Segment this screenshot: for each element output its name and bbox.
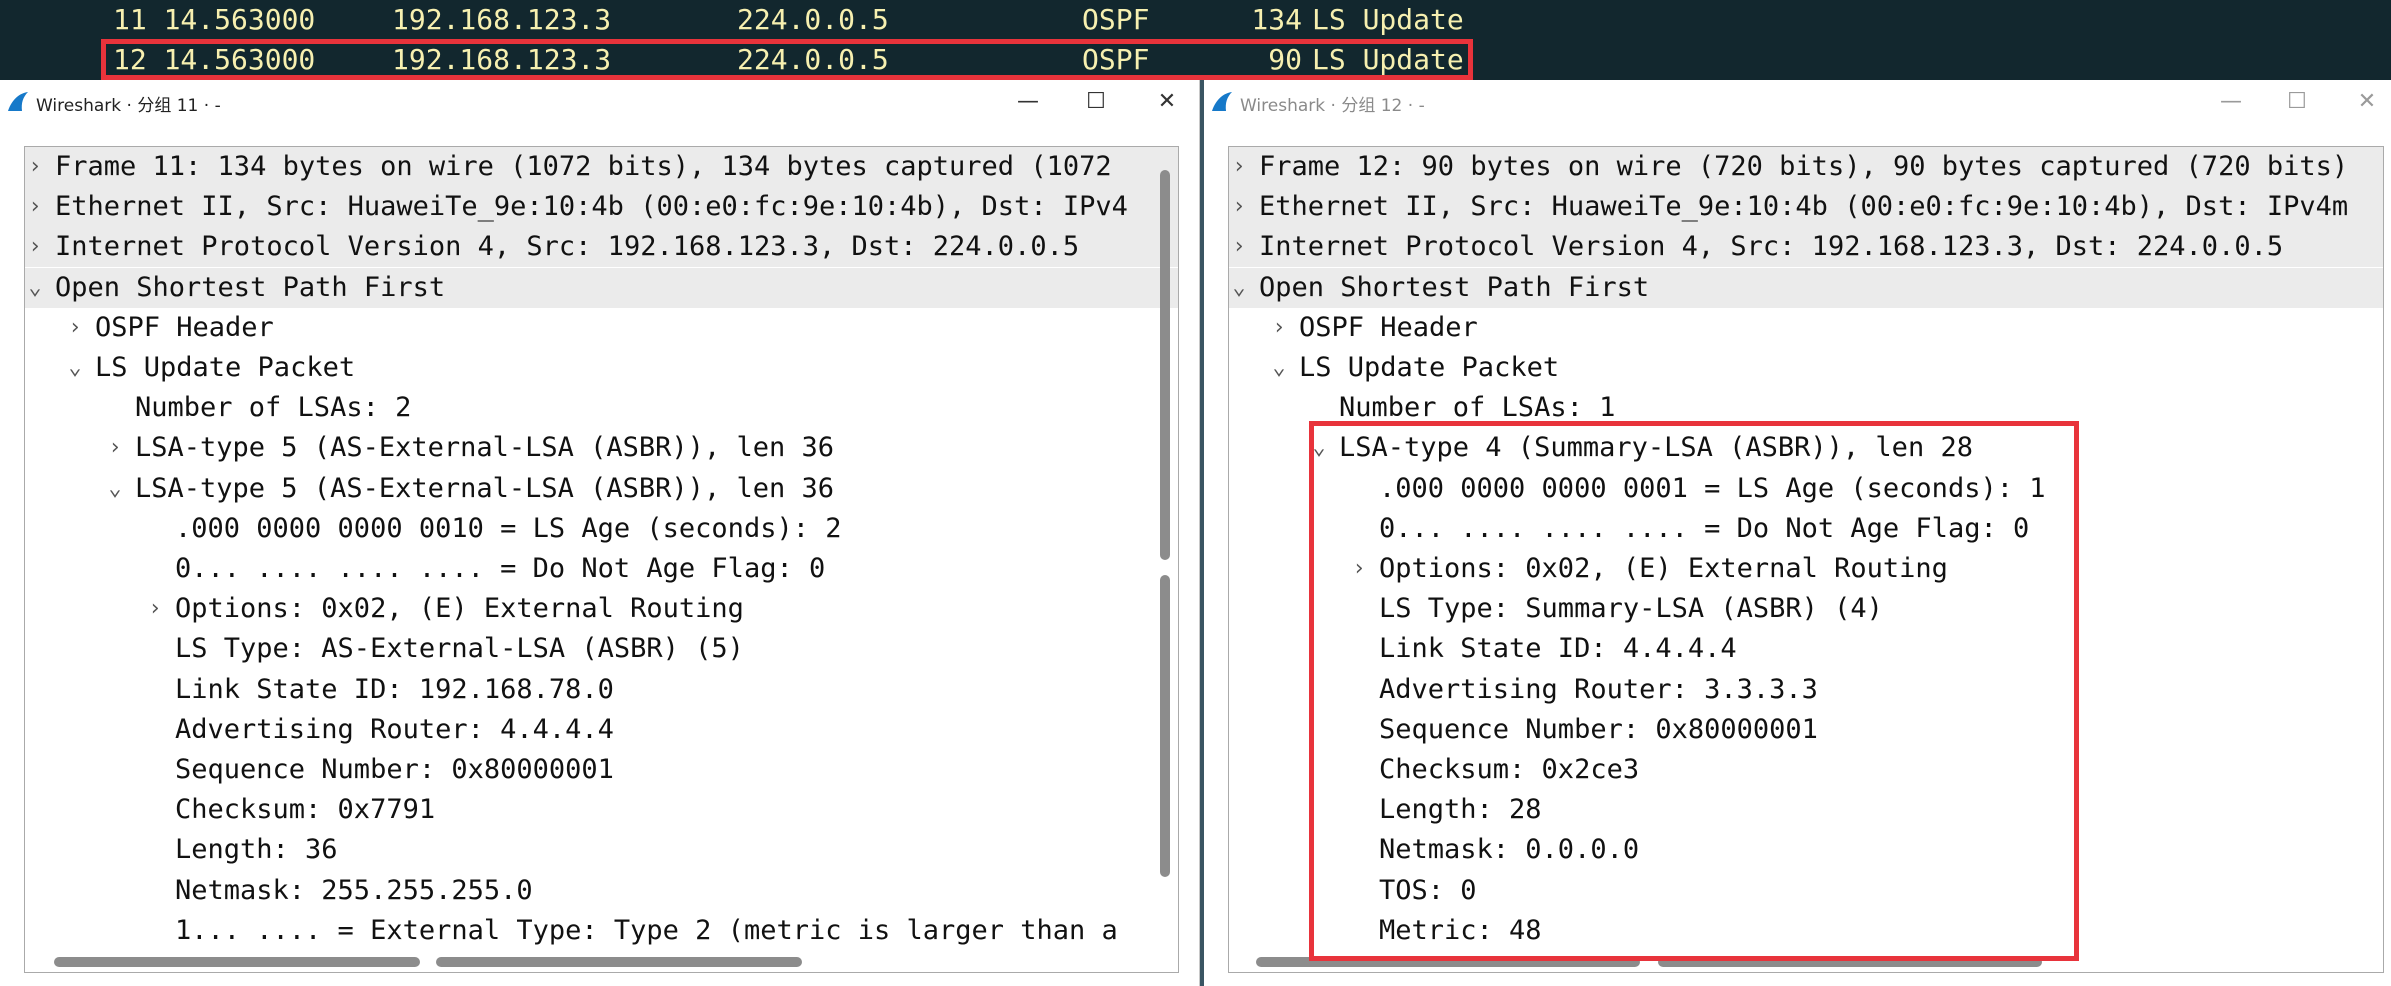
tree-row[interactable]: Sequence Number: 0x80000001 xyxy=(25,750,1178,790)
vertical-scrollbar-thumb[interactable] xyxy=(1160,575,1170,877)
packet-info: LS Update xyxy=(1312,3,1464,36)
tree-row[interactable]: Number of LSAs: 2 xyxy=(25,388,1178,428)
tree-row[interactable]: › Frame 11: 134 bytes on wire (1072 bits)… xyxy=(25,147,1178,187)
tree-row-label: Frame 11: 134 bytes on wire (1072 bits),… xyxy=(55,151,1112,182)
chevron-down-icon[interactable]: ⌄ xyxy=(1269,348,1289,388)
tree-row[interactable]: › Internet Protocol Version 4, Src: 192.1… xyxy=(1229,227,2383,268)
tree-row-label: Advertising Router: 4.4.4.4 xyxy=(175,713,614,745)
window-title: Wireshark · 分组 11 · - xyxy=(36,96,221,116)
chevron-right-icon[interactable]: › xyxy=(105,428,125,468)
vertical-scrollbar-thumb[interactable] xyxy=(1160,170,1170,560)
packet-source: 192.168.123.3 xyxy=(392,3,612,36)
minimize-button[interactable]: — xyxy=(1005,84,1051,120)
packet-window-12: Wireshark · 分组 12 · - — ☐ ✕ › Frame 12: 9… xyxy=(1200,80,2391,986)
close-button[interactable]: ✕ xyxy=(2344,84,2390,120)
chevron-down-icon[interactable]: ⌄ xyxy=(25,268,45,308)
tree-row-label: Options: 0x02, (E) External Routing xyxy=(175,593,744,625)
tree-row-label: Open Shortest Path First xyxy=(1259,271,1650,303)
tree-row-label: 1... .... = External Type: Type 2 (metri… xyxy=(175,914,1118,946)
tree-row-label: LSA-type 5 (AS-External-LSA (ASBR)), len… xyxy=(135,472,834,504)
chevron-right-icon[interactable]: › xyxy=(25,187,45,227)
packet-window-11: Wireshark · 分组 11 · - — ☐ ✕ › Frame 11: 1… xyxy=(0,80,1200,986)
chevron-right-icon[interactable]: › xyxy=(1229,187,1249,227)
tree-row[interactable]: › LSA-type 5 (AS-External-LSA (ASBR)), le… xyxy=(25,428,1178,468)
tree-row[interactable]: 0... .... .... .... = Do Not Age Flag: 0 xyxy=(25,549,1178,589)
highlighted-lsa-box xyxy=(1309,421,2079,961)
chevron-down-icon[interactable]: ⌄ xyxy=(65,348,85,388)
tree-row[interactable]: › Ethernet II, Src: HuaweiTe_9e:10:4b (00… xyxy=(25,187,1178,228)
tree-row[interactable]: › OSPF Header xyxy=(1229,308,2383,348)
chevron-right-icon[interactable]: › xyxy=(65,308,85,348)
tree-row[interactable]: .000 0000 0000 0010 = LS Age (seconds): … xyxy=(25,509,1178,549)
packet-list: 11 14.563000 192.168.123.3 224.0.0.5 OSP… xyxy=(0,0,2391,80)
tree-row[interactable]: Checksum: 0x7791 xyxy=(25,790,1178,830)
titlebar[interactable]: Wireshark · 分组 11 · - — ☐ ✕ xyxy=(0,80,1199,124)
tree-row-label: Length: 36 xyxy=(175,834,338,866)
tree-row-label: Open Shortest Path First xyxy=(55,271,446,303)
tree-row[interactable]: 1... .... = External Type: Type 2 (metri… xyxy=(25,911,1178,951)
chevron-right-icon[interactable]: › xyxy=(25,147,45,187)
tree-row[interactable]: LS Type: AS-External-LSA (ASBR) (5) xyxy=(25,629,1178,669)
wireshark-fin-icon xyxy=(8,92,28,111)
chevron-down-icon[interactable]: ⌄ xyxy=(105,469,125,509)
tree-row-label: Internet Protocol Version 4, Src: 192.16… xyxy=(1259,231,2284,263)
tree-row-label: 0... .... .... .... = Do Not Age Flag: 0 xyxy=(175,553,826,584)
tree-row-label: Frame 12: 90 bytes on wire (720 bits), 9… xyxy=(1259,151,2349,182)
tree-row-label: LSA-type 5 (AS-External-LSA (ASBR)), len… xyxy=(135,432,834,464)
tree-row[interactable]: Netmask: 255.255.255.0 xyxy=(25,871,1178,911)
packet-protocol: OSPF xyxy=(1082,3,1150,36)
tree-row[interactable]: Advertising Router: 4.4.4.4 xyxy=(25,710,1178,750)
tree-row[interactable]: Link State ID: 192.168.78.0 xyxy=(25,670,1178,710)
horizontal-scrollbar-thumb[interactable] xyxy=(436,957,802,967)
wireshark-fin-icon xyxy=(1212,92,1232,111)
tree-row-label: Number of LSAs: 2 xyxy=(135,392,412,424)
tree-row-label: OSPF Header xyxy=(1299,311,1478,343)
chevron-right-icon[interactable]: › xyxy=(145,589,165,629)
chevron-right-icon[interactable]: › xyxy=(1229,147,1249,187)
tree-row[interactable]: ⌄ Open Shortest Path First xyxy=(25,267,1178,308)
tree-row[interactable]: ⌄ Open Shortest Path First xyxy=(1229,267,2383,308)
chevron-right-icon[interactable]: › xyxy=(25,227,45,267)
packet-row-11[interactable]: 11 14.563000 192.168.123.3 224.0.0.5 OSP… xyxy=(0,0,1464,40)
tree-row-label: OSPF Header xyxy=(95,311,274,343)
tree-row[interactable]: › OSPF Header xyxy=(25,308,1178,348)
horizontal-scrollbar-thumb[interactable] xyxy=(54,957,420,967)
tree-row[interactable]: › Frame 12: 90 bytes on wire (720 bits), … xyxy=(1229,147,2383,187)
window-title: Wireshark · 分组 12 · - xyxy=(1240,96,1425,116)
tree-row-label: LS Update Packet xyxy=(1299,352,1560,383)
selected-packet-highlight xyxy=(101,39,1473,80)
tree-row[interactable]: ⌄ LS Update Packet xyxy=(1229,348,2383,388)
packet-no-time: 11 14.563000 xyxy=(113,3,316,36)
maximize-button[interactable]: ☐ xyxy=(2274,84,2320,120)
chevron-right-icon[interactable]: › xyxy=(1269,308,1289,348)
minimize-button[interactable]: — xyxy=(2208,84,2254,120)
tree-row-label: Checksum: 0x7791 xyxy=(175,794,436,826)
tree-row[interactable]: ⌄ LS Update Packet xyxy=(25,348,1178,388)
packet-details-tree[interactable]: › Frame 11: 134 bytes on wire (1072 bits)… xyxy=(24,146,1179,973)
packet-length: 134 xyxy=(1251,3,1302,36)
tree-row[interactable]: › Ethernet II, Src: HuaweiTe_9e:10:4b (00… xyxy=(1229,187,2383,228)
tree-row-label: Link State ID: 192.168.78.0 xyxy=(175,673,614,705)
tree-row[interactable]: › Options: 0x02, (E) External Routing xyxy=(25,589,1178,629)
tree-row-label: LS Type: AS-External-LSA (ASBR) (5) xyxy=(175,633,744,665)
tree-row-label: .000 0000 0000 0010 = LS Age (seconds): … xyxy=(175,512,842,544)
packet-destination: 224.0.0.5 xyxy=(737,3,889,36)
tree-row[interactable]: Length: 36 xyxy=(25,830,1178,870)
tree-row-label: Ethernet II, Src: HuaweiTe_9e:10:4b (00:… xyxy=(1259,191,2349,223)
chevron-down-icon[interactable]: ⌄ xyxy=(1229,268,1249,308)
titlebar[interactable]: Wireshark · 分组 12 · - — ☐ ✕ xyxy=(1204,80,2391,124)
maximize-button[interactable]: ☐ xyxy=(1073,84,1119,120)
tree-row-label: Internet Protocol Version 4, Src: 192.16… xyxy=(55,231,1080,263)
tree-row[interactable]: › Internet Protocol Version 4, Src: 192.1… xyxy=(25,227,1178,268)
tree-row[interactable]: ⌄ LSA-type 5 (AS-External-LSA (ASBR)), le… xyxy=(25,469,1178,509)
close-button[interactable]: ✕ xyxy=(1144,84,1190,120)
tree-row-label: Sequence Number: 0x80000001 xyxy=(175,754,614,785)
tree-row-label: Netmask: 255.255.255.0 xyxy=(175,874,533,906)
tree-row-label: LS Update Packet xyxy=(95,352,356,383)
chevron-right-icon[interactable]: › xyxy=(1229,227,1249,267)
tree-row-label: Ethernet II, Src: HuaweiTe_9e:10:4b (00:… xyxy=(55,191,1128,223)
